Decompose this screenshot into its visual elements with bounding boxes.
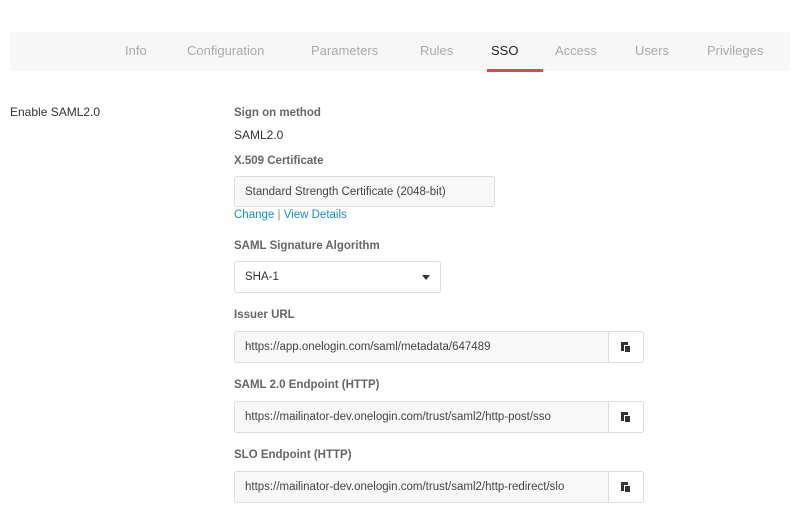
copy-issuer-url-button[interactable] bbox=[608, 332, 643, 362]
chevron-down-icon bbox=[422, 274, 430, 280]
tab-access[interactable]: Access bbox=[555, 43, 597, 58]
copy-slo-endpoint-button[interactable] bbox=[608, 472, 643, 502]
change-link[interactable]: Change bbox=[234, 209, 274, 221]
copy-icon bbox=[621, 341, 631, 353]
algorithm-select[interactable]: SHA-1 bbox=[234, 261, 441, 293]
sign-on-method-value: SAML2.0 bbox=[234, 128, 284, 142]
algorithm-value: SHA-1 bbox=[245, 271, 279, 283]
tab-bar: Info Configuration Parameters Rules SSO … bbox=[10, 32, 790, 72]
tab-rules[interactable]: Rules bbox=[420, 43, 453, 58]
copy-icon bbox=[621, 411, 631, 423]
slo-endpoint-field: https://mailinator-dev.onelogin.com/trus… bbox=[234, 471, 644, 503]
saml-endpoint-field: https://mailinator-dev.onelogin.com/trus… bbox=[234, 401, 644, 433]
saml-endpoint-label: SAML 2.0 Endpoint (HTTP) bbox=[234, 379, 380, 391]
issuer-url-label: Issuer URL bbox=[234, 309, 295, 321]
tab-privileges[interactable]: Privileges bbox=[707, 43, 763, 58]
certificate-label: X.509 Certificate bbox=[234, 155, 324, 167]
algorithm-label: SAML Signature Algorithm bbox=[234, 240, 380, 252]
issuer-url-field: https://app.onelogin.com/saml/metadata/6… bbox=[234, 331, 644, 363]
tab-sso[interactable]: SSO bbox=[491, 43, 518, 58]
tab-parameters[interactable]: Parameters bbox=[311, 43, 378, 58]
issuer-url-input[interactable]: https://app.onelogin.com/saml/metadata/6… bbox=[235, 332, 608, 362]
view-details-link[interactable]: View Details bbox=[284, 209, 347, 221]
certificate-field: Standard Strength Certificate (2048-bit) bbox=[234, 176, 495, 207]
slo-endpoint-label: SLO Endpoint (HTTP) bbox=[234, 449, 352, 461]
sign-on-method-label: Sign on method bbox=[234, 107, 321, 119]
tab-info[interactable]: Info bbox=[125, 43, 147, 58]
slo-endpoint-input[interactable]: https://mailinator-dev.onelogin.com/trus… bbox=[235, 472, 608, 502]
tab-users[interactable]: Users bbox=[635, 43, 669, 58]
copy-icon bbox=[621, 481, 631, 493]
tab-configuration[interactable]: Configuration bbox=[187, 43, 264, 58]
active-tab-indicator bbox=[487, 69, 543, 72]
certificate-links: Change | View Details bbox=[234, 209, 347, 221]
saml-endpoint-input[interactable]: https://mailinator-dev.onelogin.com/trus… bbox=[235, 402, 608, 432]
link-separator: | bbox=[277, 209, 281, 221]
copy-saml-endpoint-button[interactable] bbox=[608, 402, 643, 432]
section-title: Enable SAML2.0 bbox=[10, 105, 101, 119]
